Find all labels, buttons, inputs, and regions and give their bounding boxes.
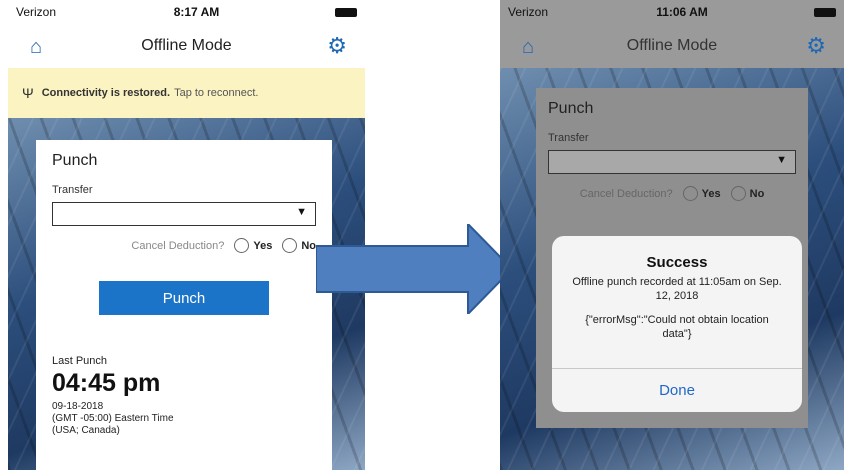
- home-icon[interactable]: ⌂: [522, 36, 534, 59]
- phone-screen-left: Verizon 8:17 AM ⌂ Offline Mode ⚙ Ψ Conne…: [8, 0, 365, 470]
- banner-text: Tap to reconnect.: [174, 87, 259, 99]
- last-punch-time: 04:45 pm: [52, 369, 161, 397]
- clock: 8:17 AM: [173, 5, 220, 19]
- no-radio[interactable]: [730, 186, 746, 201]
- dialog-title: Success: [646, 254, 708, 271]
- yes-radio[interactable]: [682, 186, 698, 201]
- yes-label: Yes: [253, 239, 273, 252]
- done-button[interactable]: Done: [552, 368, 802, 412]
- last-punch-date: 09-18-2018: [52, 401, 104, 412]
- page-title: Offline Mode: [626, 37, 718, 54]
- no-radio[interactable]: [282, 238, 298, 253]
- yes-radio[interactable]: [234, 238, 250, 253]
- home-icon[interactable]: ⌂: [30, 36, 42, 59]
- clock: 11:06 AM: [656, 5, 708, 19]
- transfer-select[interactable]: ▼: [548, 150, 796, 174]
- chevron-down-icon: ▼: [776, 154, 787, 166]
- battery-icon: [814, 8, 836, 18]
- dialog-error-text: {"errorMsg":"Could not obtain location d…: [585, 314, 769, 340]
- cancel-deduction-row: Cancel Deduction? Yes No: [52, 238, 316, 253]
- connectivity-banner[interactable]: Ψ Connectivity is restored. Tap to recon…: [8, 68, 365, 118]
- transfer-label: Transfer: [548, 132, 589, 144]
- banner-bold-text: Connectivity is restored.: [41, 87, 171, 99]
- cancel-deduction-label: Cancel Deduction?: [131, 239, 225, 252]
- transfer-select[interactable]: ▼: [52, 202, 316, 226]
- last-punch-label: Last Punch: [52, 355, 108, 367]
- card-title: Punch: [52, 152, 98, 169]
- last-punch-timezone: (GMT -05:00) Eastern Time: [52, 413, 174, 424]
- carrier-label: Verizon: [508, 5, 549, 19]
- nav-bar: ⌂ Offline Mode ⚙: [8, 24, 365, 68]
- status-bar: Verizon 11:06 AM: [500, 0, 844, 24]
- carrier-label: Verizon: [16, 5, 57, 19]
- chevron-down-icon: ▼: [296, 206, 307, 218]
- arrow-right-icon: [316, 224, 514, 314]
- punch-button[interactable]: Punch: [99, 281, 269, 315]
- phone-screen-right: Verizon 11:06 AM ⌂ Offline Mode ⚙ Punch …: [500, 0, 844, 470]
- dialog-message: Offline punch recorded at 11:05am on Sep…: [572, 276, 782, 302]
- card-title: Punch: [548, 100, 594, 117]
- battery-icon: [335, 8, 357, 18]
- nav-bar: ⌂ Offline Mode ⚙: [500, 24, 844, 68]
- no-label: No: [301, 239, 316, 252]
- page-title: Offline Mode: [141, 37, 232, 54]
- signal-icon: Ψ: [22, 85, 34, 101]
- success-dialog: Success Offline punch recorded at 11:05a…: [552, 236, 802, 412]
- punch-card: Punch Transfer ▼ Cancel Deduction? Yes N…: [36, 140, 332, 470]
- transfer-label: Transfer: [52, 184, 93, 196]
- gear-icon[interactable]: ⚙: [327, 33, 347, 59]
- no-label: No: [749, 187, 765, 200]
- gear-icon[interactable]: ⚙: [806, 33, 826, 59]
- cancel-deduction-row: Cancel Deduction? Yes No: [548, 186, 796, 201]
- cancel-deduction-label: Cancel Deduction?: [579, 187, 673, 200]
- last-punch-region: (USA; Canada): [52, 425, 120, 436]
- yes-label: Yes: [701, 187, 721, 200]
- status-bar: Verizon 8:17 AM: [8, 0, 365, 24]
